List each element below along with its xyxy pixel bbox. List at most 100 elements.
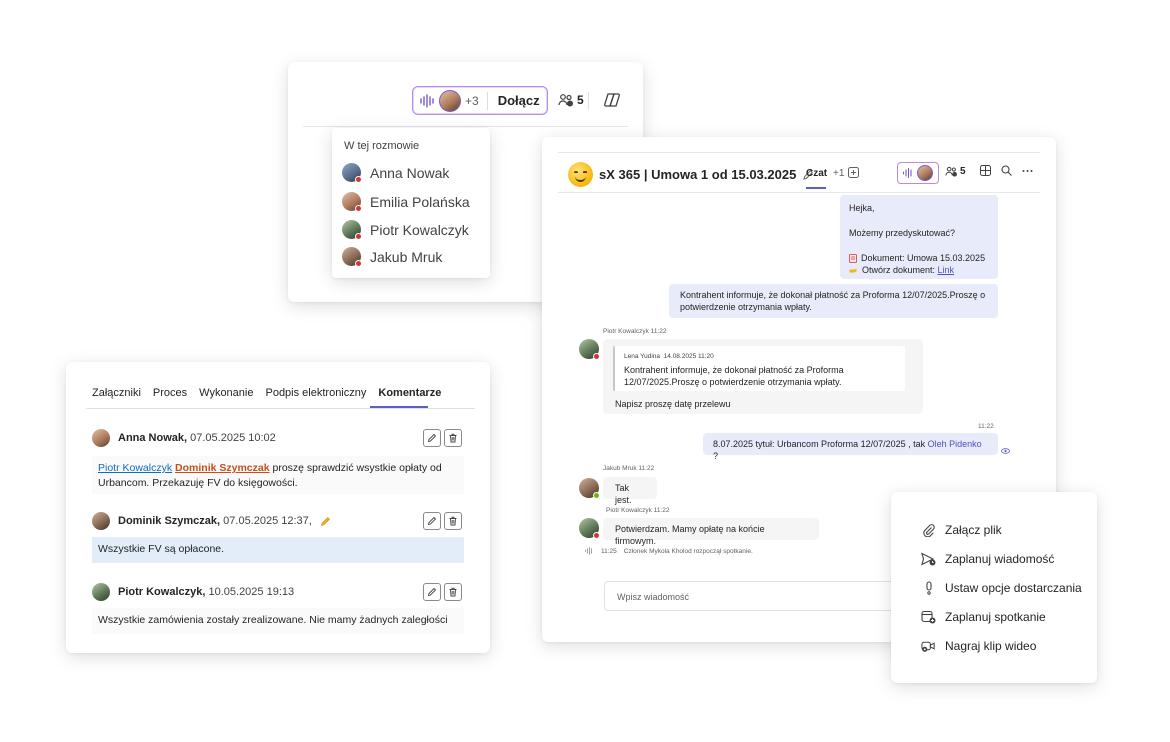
avatar: [342, 220, 362, 240]
edit-comment-button[interactable]: [423, 429, 441, 447]
tab-more-count[interactable]: +1: [833, 168, 844, 179]
document-emoji-icon: [849, 252, 857, 264]
participant-row[interactable]: Emilia Polańska: [342, 192, 470, 212]
message-actions-menu: Załącz plik Zaplanuj wiadomość Ustaw opc…: [891, 492, 1097, 683]
document-name: Dokument: Umowa 15.03.2025: [861, 253, 986, 263]
search-icon[interactable]: [1001, 165, 1012, 176]
tab-chat[interactable]: Czat: [806, 168, 827, 179]
meeting-event: 11:25 Członek Mykola Kholod rozpoczął sp…: [584, 547, 753, 555]
quote-author: Lena Yudina: [624, 353, 661, 360]
tab-e-signature[interactable]: Podpis elektroniczny: [265, 387, 366, 399]
exclamation-icon: [921, 580, 936, 595]
mention[interactable]: Dominik Szymczak: [175, 462, 270, 474]
comment-time: 07.05.2025 10:02: [190, 432, 276, 444]
avatar: [579, 339, 600, 360]
message-bubble-other[interactable]: Tak jest.: [603, 477, 657, 505]
message-meta: Jakub Mruk 11:22: [603, 465, 655, 472]
busy-status-dot: [355, 260, 362, 267]
calendar-add-icon: [921, 609, 936, 624]
menu-item-label: Zaplanuj wiadomość: [945, 551, 1055, 566]
quoted-message[interactable]: Lena Yudina 14.08.2025 11:20 Kontrahent …: [613, 346, 905, 391]
menu-item-label: Nagraj klip wideo: [945, 638, 1037, 653]
menu-item-delivery-options[interactable]: Ustaw opcje dostarczania: [921, 580, 1082, 595]
more-participants-count: +3: [465, 93, 479, 108]
event-text: Członek Mykola Kholod rozpoczął spotkani…: [623, 547, 753, 555]
busy-status-dot: [355, 205, 362, 212]
comment-actions: [423, 429, 462, 447]
message-time: 11:22: [978, 423, 994, 430]
menu-item-record-video[interactable]: Nagraj klip wideo: [921, 638, 1036, 653]
message-text: Kontrahent informuje, że dokonał płatnoś…: [680, 290, 986, 312]
avatar: [92, 512, 110, 530]
caller-avatar: [917, 165, 933, 181]
menu-item-label: Załącz plik: [945, 522, 1002, 537]
chat-header: sX 365 | Umowa 1 od 15.03.2025: [568, 162, 814, 187]
comment-author: Dominik Szymczak,: [118, 515, 221, 527]
active-tab-indicator: [806, 187, 826, 189]
comment-body: Piotr Kowalczyk Dominik Szymczak proszę …: [92, 456, 464, 494]
avatar: [579, 518, 600, 539]
flyout-heading: W tej rozmowie: [344, 140, 420, 152]
pill-separator: [486, 91, 488, 110]
participant-name: Jakub Mruk: [370, 248, 443, 265]
tab-attachments[interactable]: Załączniki: [92, 387, 141, 399]
message-text: Napisz proszę datę przelewu: [615, 399, 731, 409]
participants-button[interactable]: 5: [945, 166, 966, 177]
avatar: [342, 247, 362, 267]
delete-comment-button[interactable]: [444, 583, 462, 601]
menu-item-attach-file[interactable]: Załącz plik: [921, 522, 1002, 537]
edit-comment-button[interactable]: [423, 583, 441, 601]
comment-author: Piotr Kowalczyk,: [118, 586, 206, 598]
participant-row[interactable]: Piotr Kowalczyk: [342, 220, 469, 240]
video-clip-icon: [921, 638, 936, 653]
message-bubble-own[interactable]: Kontrahent informuje, że dokonał płatnoś…: [669, 284, 998, 318]
tab-process[interactable]: Proces: [153, 387, 187, 399]
join-call-pill[interactable]: +3 Dołącz: [412, 86, 548, 115]
delete-comment-button[interactable]: [444, 429, 462, 447]
audio-wave-icon: [902, 168, 914, 178]
quote-text: Kontrahent informuje, że dokonał płatnoś…: [624, 365, 844, 387]
busy-status-dot: [593, 353, 600, 360]
edit-comment-button[interactable]: [423, 512, 441, 530]
divider: [558, 152, 1040, 153]
audio-wave-icon: [584, 547, 594, 555]
participants-count: 5: [960, 166, 966, 177]
avatar: [342, 163, 362, 183]
message-bubble-own[interactable]: 8.07.2025 tytuł: Urbancom Proforma 12/07…: [703, 433, 998, 461]
more-options-icon[interactable]: [1022, 169, 1033, 173]
document-link[interactable]: Link: [938, 265, 955, 275]
tab-execution[interactable]: Wykonanie: [199, 387, 253, 399]
mention[interactable]: Oleh Pidenko: [928, 439, 982, 449]
paperclip-icon: [921, 522, 936, 537]
menu-item-schedule-meeting[interactable]: Zaplanuj spotkanie: [921, 609, 1046, 624]
busy-status-dot: [355, 176, 362, 183]
message-bubble-other[interactable]: Potwierdzam. Mamy opłatę na końcie firmo…: [603, 518, 819, 546]
menu-item-schedule-message[interactable]: Zaplanuj wiadomość: [921, 551, 1054, 566]
message-line: Hejka,: [849, 203, 875, 213]
tab-comments[interactable]: Komentarze: [378, 387, 441, 399]
add-tab-icon[interactable]: [848, 167, 859, 178]
divider: [86, 408, 475, 409]
join-button[interactable]: Dołącz: [498, 93, 540, 108]
message-bubble-other[interactable]: Lena Yudina 14.08.2025 11:20 Kontrahent …: [603, 339, 923, 414]
mention[interactable]: Piotr Kowalczyk: [98, 462, 172, 474]
message-text: Potwierdzam. Mamy opłatę na końcie firmo…: [615, 524, 765, 546]
join-call-pill[interactable]: [897, 162, 939, 184]
comment-actions: [423, 512, 462, 530]
delete-comment-button[interactable]: [444, 512, 462, 530]
edited-pencil-icon: [320, 516, 331, 527]
participants-button[interactable]: 5: [558, 93, 584, 107]
participant-row[interactable]: Jakub Mruk: [342, 247, 443, 267]
message-compose-input[interactable]: Wpisz wiadomość: [604, 581, 894, 611]
avatar: [92, 583, 110, 601]
message-text-suffix: ?: [713, 451, 719, 461]
copilot-icon[interactable]: [603, 91, 621, 109]
avatar: [342, 192, 362, 212]
message-bubble-own[interactable]: Hejka, Możemy przedyskutować? Dokument: …: [840, 195, 998, 279]
participant-row[interactable]: Anna Nowak: [342, 163, 449, 183]
message-meta: Piotr Kowalczyk 11:22: [606, 507, 670, 514]
busy-status-dot: [355, 233, 362, 240]
message-line: Otwórz dokument: Link: [849, 264, 989, 276]
available-status-dot: [593, 492, 600, 499]
grid-icon[interactable]: [980, 165, 991, 176]
